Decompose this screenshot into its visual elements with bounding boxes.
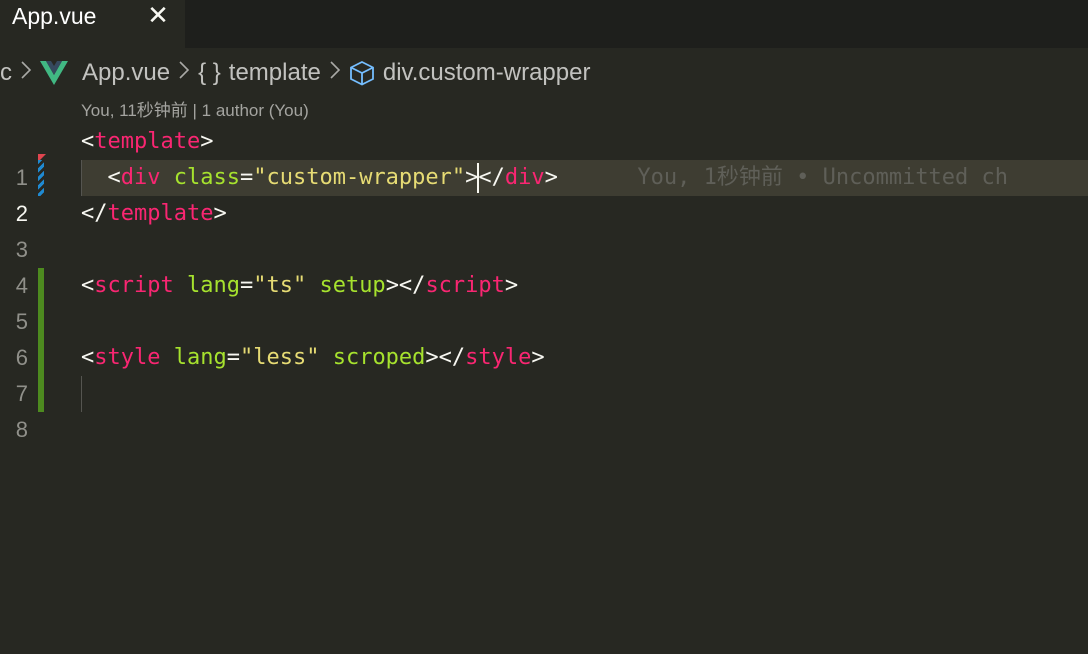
inline-blame: You, 1秒钟前 • Uncommitted ch [637, 165, 1009, 190]
code-line[interactable]: 8 [0, 376, 1088, 442]
code-line-current[interactable]: 2 <div class="custom-wrapper"></div> You… [0, 160, 1088, 226]
breadcrumb-file[interactable]: App.vue [40, 59, 170, 87]
code-text: <style lang="less" scroped></style> [81, 345, 545, 370]
chevron-right-icon [20, 60, 32, 86]
code-line[interactable]: 5 <script lang="ts" setup></script> [0, 268, 1088, 334]
chevron-right-icon [178, 60, 190, 86]
code-text: </template> [81, 201, 227, 226]
cube-icon [349, 60, 374, 86]
code-text: <script lang="ts" setup></script> [81, 273, 519, 298]
code-editor[interactable]: 1 <template> 2 <div class="custom-wrappe… [0, 124, 1088, 654]
breadcrumb: rc App.vue { } template div.custom-wrapp… [0, 56, 590, 90]
braces-icon: { } [198, 59, 221, 86]
code-line[interactable]: 6 [0, 304, 1088, 370]
line-number: 8 [15, 417, 28, 442]
code-text: <template> [81, 129, 214, 154]
breadcrumb-src[interactable]: rc [0, 59, 12, 87]
breadcrumb-file-label: App.vue [82, 59, 171, 86]
code-line[interactable]: 1 <template> [0, 124, 1088, 190]
breadcrumb-section[interactable]: { } template [198, 59, 321, 87]
vue-logo-icon [40, 61, 68, 85]
code-line[interactable]: 4 [0, 232, 1088, 298]
breadcrumb-element[interactable]: div.custom-wrapper [349, 59, 591, 87]
tab-label[interactable]: App.vue [12, 3, 96, 30]
tab-bar: App.vue ✕ [0, 0, 1088, 48]
code-line[interactable]: 3 </template> [0, 196, 1088, 262]
codelens-blame[interactable]: You, 11秒钟前 | 1 author (You) [81, 96, 309, 121]
tab-app-vue[interactable]: App.vue ✕ [0, 0, 185, 48]
code-text: <div class="custom-wrapper"></div> You, … [81, 160, 1008, 196]
breadcrumb-element-label: div.custom-wrapper [382, 59, 591, 86]
code-line[interactable]: 7 <style lang="less" scroped></style> [0, 340, 1088, 406]
breadcrumb-section-label: template [228, 59, 321, 86]
close-icon[interactable]: ✕ [146, 2, 170, 30]
chevron-right-icon [329, 60, 341, 86]
